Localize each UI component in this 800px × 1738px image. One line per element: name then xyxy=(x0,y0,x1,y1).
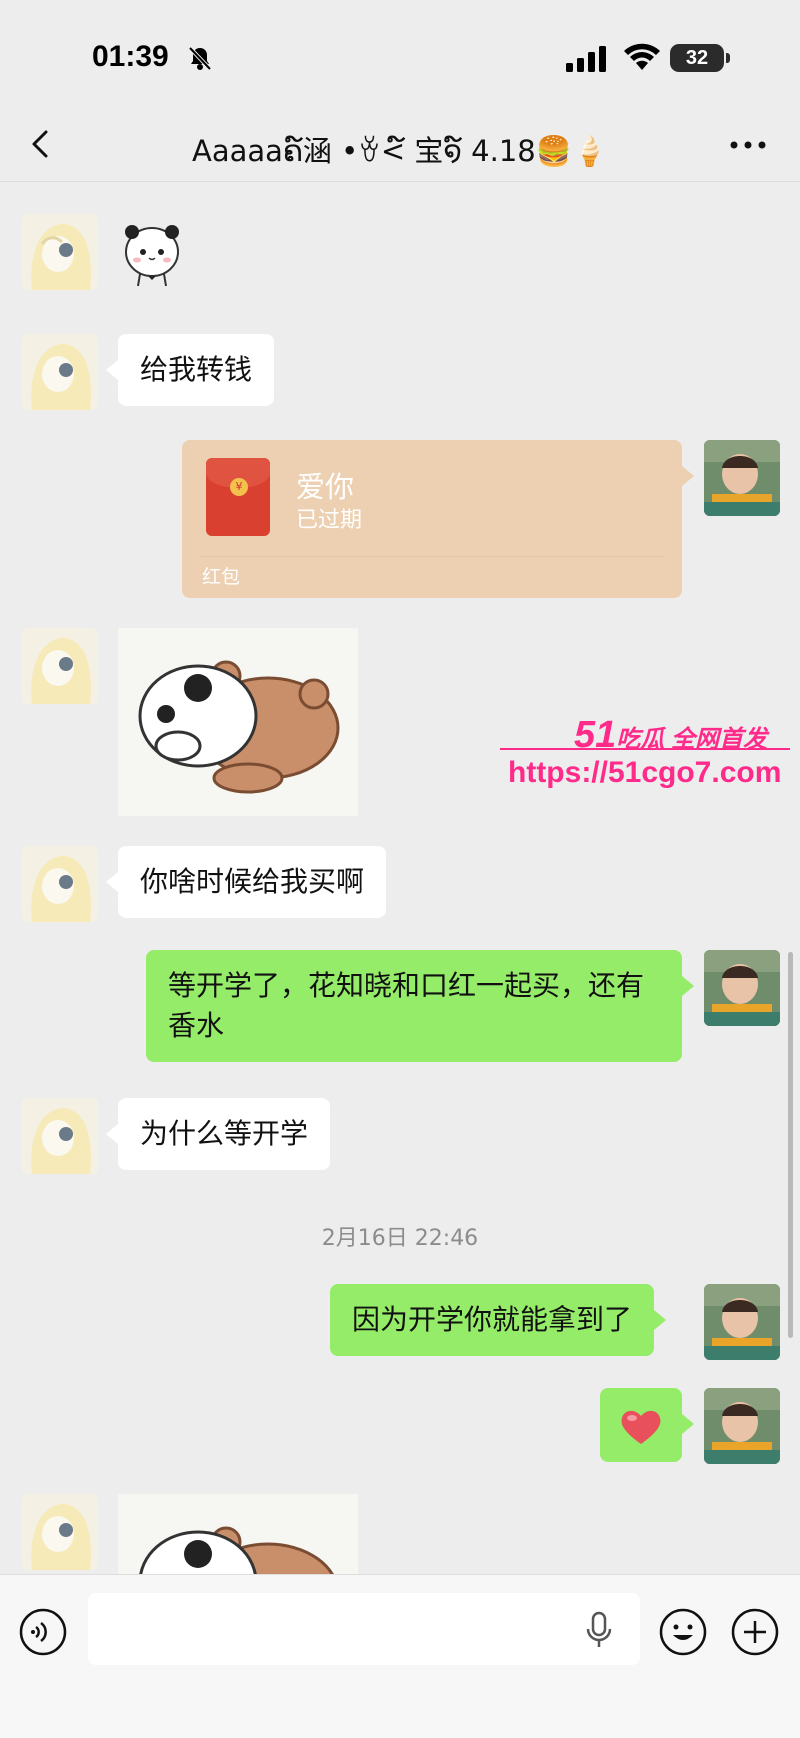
chat-title: Aaaaaຄ໌涵 •ꈊ<໌ 宝໑໌ 4.18🍔🍦 xyxy=(192,134,608,168)
more-icon[interactable] xyxy=(726,130,770,160)
message-text: 你啥时候给我买啊 xyxy=(140,865,365,898)
watermark-url: https://51cgo7.com xyxy=(508,756,782,789)
avatar-girl-image xyxy=(22,628,98,704)
avatar-girl-image xyxy=(22,846,98,922)
red-packet-divider xyxy=(200,556,664,557)
voice-icon[interactable] xyxy=(18,1607,68,1657)
contact-avatar[interactable] xyxy=(22,334,98,410)
avatar-girl-image xyxy=(22,1098,98,1174)
watermark-brand: 51吃瓜 全网首发 xyxy=(574,714,767,757)
mic-icon[interactable] xyxy=(584,1611,614,1649)
avatar-girl-image xyxy=(22,214,98,290)
scrollbar[interactable] xyxy=(788,952,793,1338)
message-bubble-outgoing[interactable]: 因为开学你就能拿到了 xyxy=(330,1284,667,1356)
panda-bear-sticker-image xyxy=(118,628,358,816)
self-avatar[interactable] xyxy=(704,440,780,516)
red-packet-icon: ¥ xyxy=(206,458,270,536)
avatar-boy-image xyxy=(704,1388,780,1464)
message-text: 给我转钱 xyxy=(140,353,253,386)
message-text: 因为开学你就能拿到了 xyxy=(352,1303,633,1336)
red-packet-card[interactable]: ¥ 爱你 已过期 红包 xyxy=(182,440,694,598)
avatar-boy-image xyxy=(704,440,780,516)
status-time: 01:39 xyxy=(92,40,169,73)
status-bar: 01:39 32 xyxy=(0,0,800,110)
self-avatar[interactable] xyxy=(704,1388,780,1464)
message-bubble-incoming[interactable]: 为什么等开学 xyxy=(105,1098,331,1170)
panda-sticker-image xyxy=(125,225,179,287)
contact-avatar[interactable] xyxy=(22,214,98,290)
contact-avatar[interactable] xyxy=(22,628,98,704)
wifi-icon xyxy=(624,43,660,70)
red-packet-label: 红包 xyxy=(202,566,241,588)
message-bubble-incoming[interactable]: 给我转钱 xyxy=(105,334,275,406)
contact-avatar[interactable] xyxy=(22,1098,98,1174)
avatar-girl-image xyxy=(22,1494,98,1570)
message-text: 为什么等开学 xyxy=(140,1117,309,1150)
self-avatar[interactable] xyxy=(704,950,780,1026)
message-text: 等开学了，花知晓和口红一起买，还有香水 xyxy=(168,969,645,1042)
red-packet-title: 爱你 xyxy=(296,470,355,504)
chat-timestamp: 2月16日 22:46 xyxy=(321,1226,479,1251)
back-icon[interactable] xyxy=(22,124,62,164)
message-bubble-incoming[interactable]: 你啥时候给我买啊 xyxy=(105,846,387,918)
bell-off-icon xyxy=(188,46,212,71)
chat-header: Aaaaaຄ໌涵 •ꈊ<໌ 宝໑໌ 4.18🍔🍦 xyxy=(0,110,800,182)
avatar-boy-image xyxy=(704,950,780,1026)
self-avatar[interactable] xyxy=(704,1284,780,1360)
contact-avatar[interactable] xyxy=(22,846,98,922)
plus-icon[interactable] xyxy=(730,1607,780,1657)
message-bubble-outgoing[interactable]: 等开学了，花知晓和口红一起买，还有香水 xyxy=(146,950,694,1062)
sticker-panda-bear-hug[interactable] xyxy=(118,628,358,816)
message-bubble-outgoing[interactable] xyxy=(600,1388,694,1462)
contact-avatar[interactable] xyxy=(22,1494,98,1570)
red-packet-status: 已过期 xyxy=(296,508,363,533)
sticker-panda[interactable] xyxy=(120,218,184,288)
avatar-boy-image xyxy=(704,1284,780,1360)
sticker-panda-bear-hug[interactable] xyxy=(118,1494,358,1574)
message-input[interactable] xyxy=(88,1593,640,1665)
avatar-girl-image xyxy=(22,334,98,410)
watermark-line xyxy=(500,748,790,750)
heart-emoji-icon xyxy=(621,1410,661,1444)
panda-bear-sticker-image xyxy=(118,1494,358,1574)
signal-icon xyxy=(566,46,606,72)
battery-icon: 32 xyxy=(670,44,730,72)
emoji-icon[interactable] xyxy=(658,1607,708,1657)
message-list[interactable]: 给我转钱 ¥ 爱你 已过期 红包 你啥时候给我买啊 等开学了，花知晓和口红一起买… xyxy=(0,182,800,1574)
input-bar xyxy=(0,1574,800,1738)
